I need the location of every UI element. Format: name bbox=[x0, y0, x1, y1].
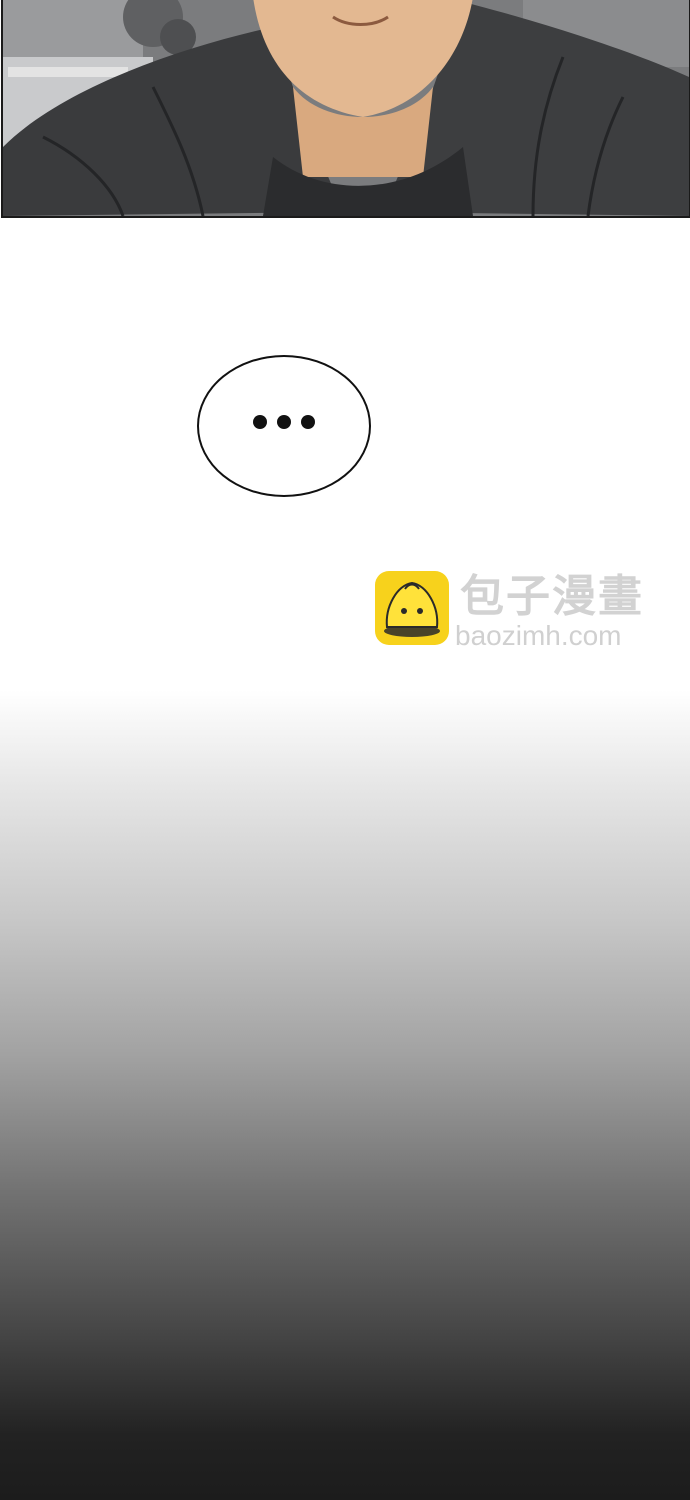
gradient-transition bbox=[0, 690, 690, 1500]
ellipsis-dot bbox=[277, 415, 291, 429]
bun-mascot-icon bbox=[375, 571, 449, 645]
watermark-title: 包子漫畫 bbox=[460, 571, 644, 622]
ellipsis-dot bbox=[253, 415, 267, 429]
ellipsis-dot bbox=[301, 415, 315, 429]
ellipsis bbox=[199, 415, 369, 429]
panel-illustration bbox=[3, 0, 689, 216]
site-watermark: 包子漫畫 baozimh.com bbox=[375, 571, 675, 651]
watermark-url: baozimh.com bbox=[455, 620, 622, 651]
speech-bubble bbox=[197, 355, 371, 497]
comic-panel bbox=[1, 0, 690, 218]
